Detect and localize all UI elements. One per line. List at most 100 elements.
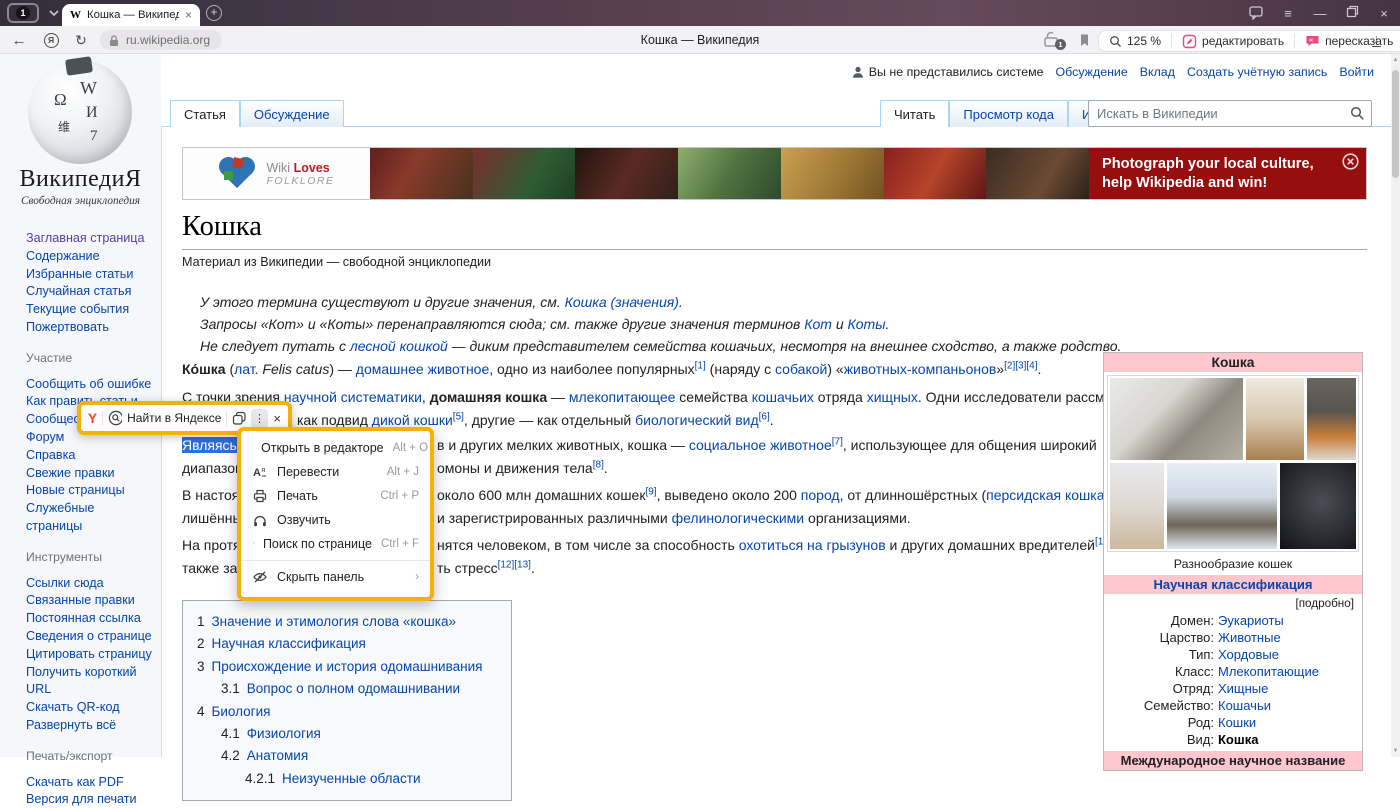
- scrollbar-thumb[interactable]: [1392, 70, 1399, 178]
- toc-item[interactable]: 3.1Вопрос о полном одомашнивании: [197, 678, 497, 700]
- toc-item[interactable]: 4Биология: [197, 701, 497, 723]
- sidebar-item[interactable]: Справка: [26, 447, 154, 465]
- tab-discussion[interactable]: Обсуждение: [240, 100, 344, 127]
- sidebar-item[interactable]: Получить короткий URL: [26, 664, 142, 700]
- hatnote: У этого термина существуют и другие знач…: [200, 291, 1121, 313]
- sidebar-item[interactable]: Случайная статья: [26, 283, 154, 301]
- chevron-down-icon[interactable]: [46, 6, 62, 20]
- copy-icon[interactable]: [232, 411, 245, 426]
- back-icon[interactable]: ←: [8, 26, 30, 54]
- sidebar-item[interactable]: Связанные правки: [26, 592, 154, 610]
- wikipedia-tagline: Свободная энциклопедия: [0, 195, 161, 207]
- find-bar-more-icon[interactable]: ⋮: [251, 409, 269, 428]
- tab-close-icon[interactable]: ×: [185, 8, 192, 22]
- sidebar-item[interactable]: Содержание: [26, 248, 154, 266]
- wikipedia-globe-logo[interactable]: Ω W И 7 维: [28, 60, 132, 164]
- sidebar-item[interactable]: Ссылки сюда: [26, 575, 154, 593]
- cat-photo-collage[interactable]: [1107, 375, 1359, 552]
- tax-link[interactable]: Млекопитающие: [1218, 663, 1362, 680]
- personal-link-login[interactable]: Войти: [1339, 65, 1374, 79]
- sidebar-item[interactable]: Цитировать страницу: [26, 646, 154, 664]
- tax-link[interactable]: Хордовые: [1218, 646, 1362, 663]
- sidebar-item[interactable]: Текущие события: [26, 301, 154, 319]
- tab-article[interactable]: Статья: [170, 100, 240, 127]
- tax-link[interactable]: Кошачьи: [1218, 697, 1362, 714]
- sidebar-item[interactable]: Служебные страницы: [26, 500, 154, 536]
- hatnote: Не следует путать с лесной кошкой — дики…: [200, 335, 1121, 357]
- tax-link[interactable]: Хищные: [1218, 680, 1362, 697]
- taxobox: Кошка Разнообразие кошек Научная классиф…: [1103, 352, 1363, 771]
- toc-item[interactable]: 2Научная классификация: [197, 633, 497, 655]
- scroll-down-icon[interactable]: ▼: [1391, 748, 1400, 754]
- restore-icon[interactable]: [1336, 5, 1368, 21]
- sidebar-item[interactable]: Новые страницы: [26, 482, 154, 500]
- sidebar-item[interactable]: Свежие правки: [26, 465, 154, 483]
- retell-button[interactable]: « пересказать: [1295, 34, 1400, 48]
- protect-icon[interactable]: 1: [1042, 31, 1064, 49]
- personal-link-talk[interactable]: Обсуждение: [1056, 65, 1128, 79]
- menu-item-hide-panel[interactable]: Скрыть панель›: [241, 565, 430, 589]
- sidebar-nav: Заглавная страница Содержание Избранные …: [26, 230, 154, 809]
- sidebar-item[interactable]: Постоянная ссылка: [26, 610, 154, 628]
- minimize-icon[interactable]: —: [1304, 6, 1336, 21]
- paragraph-1: Ко́шка (лат. Felis catus) — домашнее жив…: [182, 358, 1041, 381]
- search-icon[interactable]: [1350, 106, 1365, 126]
- menu-item-find-on-page[interactable]: Поиск по страницеCtrl + F: [241, 532, 430, 556]
- sidebar-item[interactable]: Скачать как PDF: [26, 774, 154, 792]
- refresh-icon[interactable]: ↻: [70, 26, 92, 54]
- article-title: Кошка: [182, 210, 1367, 250]
- url-text: ru.wikipedia.org: [126, 33, 210, 47]
- menu-icon[interactable]: ≡: [1272, 6, 1304, 21]
- tax-row: Тип:Хордовые: [1104, 646, 1362, 663]
- tab-group-button[interactable]: 1: [7, 3, 39, 23]
- sidebar-item[interactable]: Пожертвовать: [26, 319, 154, 337]
- menu-item-print[interactable]: ПечатьCtrl + P: [241, 484, 430, 508]
- tax-link[interactable]: Кошки: [1218, 714, 1362, 731]
- wiki-search-input[interactable]: [1088, 100, 1372, 127]
- scroll-up-icon[interactable]: ▲: [1391, 57, 1400, 63]
- sidebar-item[interactable]: Избранные статьи: [26, 266, 154, 284]
- banner-close-icon[interactable]: [1342, 153, 1359, 170]
- yandex-services-icon[interactable]: Я: [40, 26, 62, 54]
- toc-item[interactable]: 3Происхождение и история одомашнивания: [197, 656, 497, 678]
- edit-page-button[interactable]: редактировать: [1172, 34, 1294, 49]
- sidebar-item[interactable]: Версия для печати: [26, 791, 154, 809]
- toc-item[interactable]: 4.1Физиология: [197, 723, 497, 745]
- translate-icon: Aя: [252, 464, 268, 480]
- sidebar-item-main-page[interactable]: Заглавная страница: [26, 230, 154, 248]
- zoom-level: 125 %: [1127, 34, 1161, 48]
- toc-item[interactable]: 1Значение и этимология слова «кошка»: [197, 611, 497, 633]
- sidebar-heading-participation: Участие: [26, 350, 154, 368]
- toc-item[interactable]: 4.2.1Неизученные области: [197, 768, 497, 790]
- tax-link[interactable]: Животные: [1218, 629, 1362, 646]
- menu-item-translate[interactable]: Aя ПеревестиAlt + J: [241, 460, 430, 484]
- new-tab-button[interactable]: +: [206, 5, 222, 21]
- taxobox-title: Кошка: [1104, 353, 1362, 372]
- bookmark-icon[interactable]: [1074, 26, 1094, 54]
- zoom-control[interactable]: 125 %: [1099, 34, 1171, 48]
- personal-link-createaccount[interactable]: Создать учётную запись: [1187, 65, 1327, 79]
- classification-header[interactable]: Научная классификация: [1104, 575, 1362, 594]
- find-bar-close-icon[interactable]: ×: [273, 411, 281, 426]
- close-window-icon[interactable]: ×: [1368, 6, 1400, 21]
- personal-link-contribs[interactable]: Вклад: [1140, 65, 1175, 79]
- sidebar-item[interactable]: Скачать QR-код: [26, 699, 154, 717]
- tax-link[interactable]: Эукариоты: [1218, 612, 1362, 629]
- tab-view-source[interactable]: Просмотр кода: [949, 100, 1068, 127]
- menu-item-read-aloud[interactable]: Озвучить: [241, 508, 430, 532]
- page-scrollbar[interactable]: ▲ ▼: [1391, 54, 1400, 757]
- find-in-yandex-button[interactable]: Найти в Яндексе: [127, 411, 221, 425]
- wiki-loves-folklore-banner[interactable]: Wiki Loves FOLKLORE Photograph your loca…: [182, 147, 1367, 200]
- classification-detail-link[interactable]: [подробно]: [1104, 594, 1362, 612]
- menu-item-open-editor[interactable]: Открыть в редактореAlt + O: [241, 436, 430, 460]
- sidebar-item[interactable]: Развернуть всё: [26, 717, 154, 735]
- tab-read[interactable]: Читать: [880, 100, 949, 127]
- sidebar-item[interactable]: Сообщить об ошибке: [26, 376, 154, 394]
- sidebar-item[interactable]: Сведения о странице: [26, 628, 154, 646]
- url-field[interactable]: ru.wikipedia.org: [100, 30, 222, 50]
- downloads-icon[interactable]: ↓: [1372, 32, 1381, 47]
- sidebar-panel-icon[interactable]: [1240, 4, 1272, 23]
- browser-tab[interactable]: W Кошка — Википедия ×: [62, 4, 200, 26]
- cat-photo: [1110, 378, 1243, 460]
- selected-text: Являясь: [182, 437, 237, 453]
